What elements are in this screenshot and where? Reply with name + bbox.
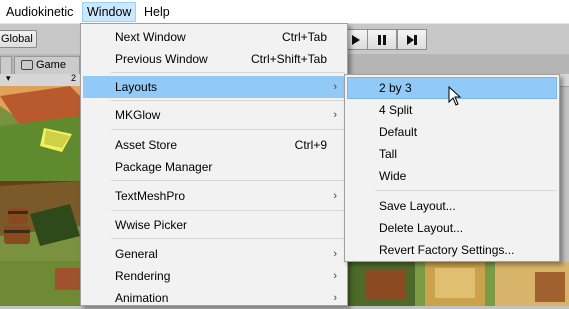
menu-item-label: Next Window [115, 30, 186, 44]
menu-item-shortcut: Ctrl+9 [294, 138, 327, 152]
submenu-item-label: 2 by 3 [379, 81, 412, 95]
submenu-item-tall[interactable]: Tall [347, 143, 557, 165]
submenu-item-label: Default [379, 125, 418, 139]
menu-separator [111, 238, 345, 239]
menu-window[interactable]: Window [82, 2, 137, 22]
chevron-right-icon: › [333, 109, 337, 121]
menu-item-label: Layouts [115, 80, 158, 94]
menu-audiokinetic[interactable]: Audiokinetic [2, 2, 77, 22]
menu-separator [111, 72, 345, 73]
chevron-right-icon: › [333, 248, 337, 260]
ruler-dropdown-icon[interactable]: ▾ [6, 73, 11, 84]
scene-view[interactable] [0, 86, 80, 306]
submenu-item-label: Revert Factory Settings... [379, 243, 515, 257]
menu-separator [111, 129, 345, 130]
step-icon [407, 34, 417, 45]
submenu-item-label: Delete Layout... [379, 221, 464, 235]
menu-item-rendering[interactable]: Rendering › [83, 265, 345, 287]
menu-item-mkglow[interactable]: MKGlow › [83, 104, 345, 126]
submenu-item-label: Save Layout... [379, 199, 456, 213]
menu-item-label: TextMeshPro [115, 189, 186, 203]
pause-icon [378, 34, 386, 45]
chevron-right-icon: › [333, 190, 337, 202]
play-icon [352, 34, 360, 45]
menu-item-label: Previous Window [115, 52, 208, 66]
global-toggle-button[interactable]: Global [0, 30, 37, 48]
menu-item-label: Rendering [115, 269, 171, 283]
menu-item-textmeshpro[interactable]: TextMeshPro › [83, 185, 345, 207]
scene-render-right [345, 262, 569, 306]
tab-game[interactable]: Game [14, 56, 80, 74]
ruler-value: 2 [71, 73, 77, 83]
menu-separator [111, 100, 345, 101]
menu-item-shortcut: Ctrl+Shift+Tab [250, 52, 327, 66]
menu-separator [111, 180, 345, 181]
submenu-item-label: 4 Split [379, 103, 413, 117]
scene-view-right[interactable] [345, 262, 569, 306]
tab-scene[interactable] [0, 56, 12, 74]
submenu-item-save-layout[interactable]: Save Layout... [347, 195, 557, 217]
menu-item-wwise-picker[interactable]: Wwise Picker [83, 214, 345, 236]
window-menu: Next Window Ctrl+Tab Previous Window Ctr… [80, 23, 348, 306]
tab-game-label: Game [36, 59, 66, 71]
scene-render [0, 86, 80, 306]
menu-bar: Audiokinetic Window Help [0, 0, 569, 24]
game-icon [21, 60, 33, 71]
submenu-item-revert-factory-settings[interactable]: Revert Factory Settings... [347, 239, 557, 261]
pause-button[interactable] [367, 29, 397, 50]
menu-item-package-manager[interactable]: Package Manager [83, 156, 345, 178]
menu-item-previous-window[interactable]: Previous Window Ctrl+Shift+Tab [83, 48, 345, 70]
menu-item-label: Package Manager [115, 160, 213, 174]
menu-item-label: Asset Store [115, 138, 178, 152]
menu-item-label: MKGlow [115, 108, 161, 122]
menu-item-asset-store[interactable]: Asset Store Ctrl+9 [83, 134, 345, 156]
menu-item-general[interactable]: General › [83, 243, 345, 265]
submenu-item-wide[interactable]: Wide [347, 165, 557, 187]
chevron-right-icon: › [333, 81, 337, 93]
submenu-item-default[interactable]: Default [347, 121, 557, 143]
menu-separator [111, 210, 345, 211]
menu-item-next-window[interactable]: Next Window Ctrl+Tab [83, 26, 345, 48]
submenu-item-delete-layout[interactable]: Delete Layout... [347, 217, 557, 239]
menu-item-layouts[interactable]: Layouts › [83, 76, 345, 98]
menu-item-shortcut: Ctrl+Tab [281, 30, 327, 44]
chevron-right-icon: › [333, 270, 337, 282]
menu-item-label: General [115, 247, 158, 261]
menu-separator [375, 190, 557, 191]
submenu-item-label: Tall [379, 147, 398, 161]
menu-help[interactable]: Help [140, 2, 174, 22]
menu-item-label: Wwise Picker [115, 218, 188, 232]
submenu-item-label: Wide [379, 169, 407, 183]
step-button[interactable] [397, 29, 427, 50]
mouse-cursor-icon [448, 86, 462, 106]
